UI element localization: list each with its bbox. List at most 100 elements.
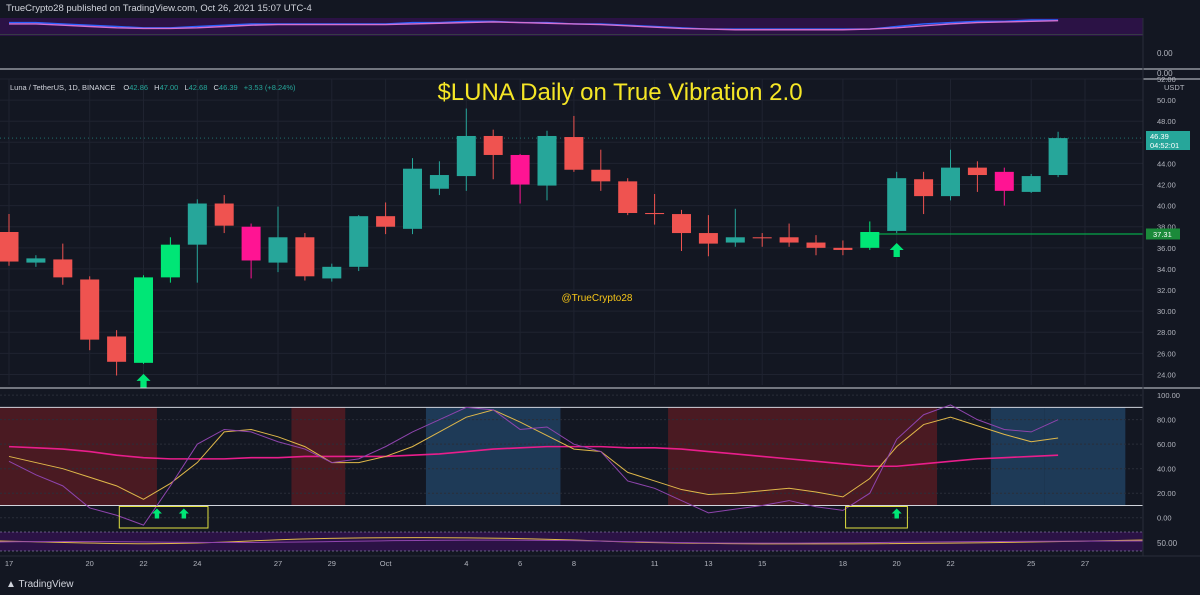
candle[interactable] bbox=[967, 161, 987, 192]
candle-body bbox=[483, 135, 503, 155]
candle-body bbox=[833, 247, 853, 250]
candle-body bbox=[187, 203, 207, 245]
candle-body bbox=[510, 154, 530, 185]
time-tick-label: 29 bbox=[328, 559, 336, 568]
candle-body bbox=[806, 242, 826, 248]
time-tick-label: 20 bbox=[893, 559, 901, 568]
oscillator-signal-arrows bbox=[151, 508, 902, 519]
candle[interactable] bbox=[564, 115, 584, 172]
price-tick-label: 36.00 bbox=[1157, 244, 1176, 253]
candle[interactable] bbox=[752, 233, 772, 247]
candle[interactable] bbox=[914, 171, 934, 215]
tradingview-logo-text: TradingView bbox=[18, 579, 74, 590]
candle-body bbox=[967, 167, 987, 176]
candle-series[interactable] bbox=[0, 108, 1068, 376]
candle[interactable] bbox=[725, 208, 745, 247]
candle[interactable] bbox=[672, 209, 691, 251]
candle[interactable] bbox=[887, 171, 907, 234]
candle-body bbox=[134, 277, 153, 363]
candle-body bbox=[456, 135, 476, 177]
tradingview-logo[interactable]: ▲ TradingView bbox=[6, 579, 74, 590]
oscillator-zones bbox=[0, 407, 1126, 506]
candle[interactable] bbox=[1048, 131, 1068, 178]
tradingview-logo-icon: ▲ bbox=[6, 579, 19, 590]
up-arrow-icon bbox=[178, 508, 189, 519]
candle-body bbox=[941, 167, 960, 197]
candle[interactable] bbox=[645, 194, 665, 225]
main-grid bbox=[0, 78, 1143, 385]
time-tick-label: 11 bbox=[651, 559, 659, 568]
candle[interactable] bbox=[53, 243, 73, 285]
top-axis-label-1: 0.00 bbox=[1157, 49, 1173, 58]
candle-body bbox=[1021, 176, 1041, 192]
candle-body bbox=[107, 336, 127, 362]
candle[interactable] bbox=[483, 129, 503, 180]
candle[interactable] bbox=[107, 330, 127, 376]
candle[interactable] bbox=[698, 215, 718, 257]
candle[interactable] bbox=[537, 130, 557, 201]
symbol-info[interactable]: Luna / TetherUS, 1D, BINANCE O42.86 H47.… bbox=[10, 83, 296, 92]
candle[interactable] bbox=[403, 158, 422, 235]
candle-body bbox=[725, 237, 745, 243]
candle[interactable] bbox=[160, 237, 180, 283]
watermark: @TrueCrypto28 bbox=[562, 293, 633, 304]
price-tick-label: 30.00 bbox=[1157, 307, 1176, 316]
bull-zone bbox=[1044, 407, 1126, 506]
candle-body bbox=[698, 233, 718, 244]
candle[interactable] bbox=[618, 178, 638, 216]
candle[interactable] bbox=[268, 206, 288, 273]
symbol-name: Luna / TetherUS, 1D, BINANCE bbox=[10, 83, 115, 92]
up-arrow-icon bbox=[136, 373, 151, 388]
last-price-value: 46.39 bbox=[1150, 132, 1169, 141]
candle[interactable] bbox=[26, 255, 46, 267]
candle[interactable] bbox=[806, 235, 826, 256]
candle[interactable] bbox=[429, 161, 449, 196]
candle-body bbox=[672, 214, 691, 234]
candle[interactable] bbox=[349, 215, 369, 272]
bear-zone bbox=[668, 407, 938, 506]
time-tick-label: 18 bbox=[839, 559, 847, 568]
candle[interactable] bbox=[80, 276, 100, 351]
osc-tick-label: 0.00 bbox=[1157, 514, 1172, 523]
candle[interactable] bbox=[322, 263, 342, 282]
time-tick-label: 17 bbox=[5, 559, 13, 568]
candle-body bbox=[80, 279, 100, 340]
candle[interactable] bbox=[295, 233, 315, 281]
candle[interactable] bbox=[510, 153, 530, 204]
time-tick-label: Oct bbox=[380, 559, 393, 568]
candle[interactable] bbox=[241, 223, 261, 279]
candle[interactable] bbox=[860, 221, 880, 250]
candle-body bbox=[53, 259, 73, 278]
candle[interactable] bbox=[376, 202, 396, 235]
candle-body bbox=[752, 237, 772, 239]
candle-body bbox=[349, 216, 369, 267]
candle[interactable] bbox=[0, 214, 19, 266]
candle[interactable] bbox=[214, 195, 234, 234]
open-value: 42.86 bbox=[129, 83, 148, 92]
candle-body bbox=[0, 232, 19, 262]
osc-tick-label: 20.00 bbox=[1157, 489, 1176, 498]
price-tick-label: 50.00 bbox=[1157, 96, 1176, 105]
high-value: 47.00 bbox=[160, 83, 179, 92]
candle-body bbox=[376, 216, 396, 227]
candle[interactable] bbox=[134, 275, 153, 364]
candle-body bbox=[1048, 138, 1068, 176]
level-price-value: 37.31 bbox=[1153, 230, 1172, 239]
price-chart[interactable]: 0.00 0.00 24.00 26.00 28.00 30.00 32.00 34.00… bbox=[0, 0, 1200, 595]
candle[interactable] bbox=[1021, 173, 1041, 193]
top-pane-divider bbox=[0, 34, 1143, 35]
candle-body bbox=[160, 244, 180, 278]
price-tick-label: 32.00 bbox=[1157, 286, 1176, 295]
candle[interactable] bbox=[187, 199, 207, 283]
time-tick-label: 15 bbox=[758, 559, 766, 568]
bull-zone bbox=[425, 407, 561, 506]
price-tick-label: 48.00 bbox=[1157, 117, 1176, 126]
candle[interactable] bbox=[941, 149, 960, 201]
osc-tick-label: 60.00 bbox=[1157, 440, 1176, 449]
candle-body bbox=[403, 168, 422, 229]
osc-tick-label: 100.00 bbox=[1157, 391, 1180, 400]
candle-body bbox=[779, 237, 799, 243]
candle[interactable] bbox=[994, 167, 1014, 206]
time-tick-label: 20 bbox=[86, 559, 94, 568]
osc-tick-label: 80.00 bbox=[1157, 416, 1176, 425]
